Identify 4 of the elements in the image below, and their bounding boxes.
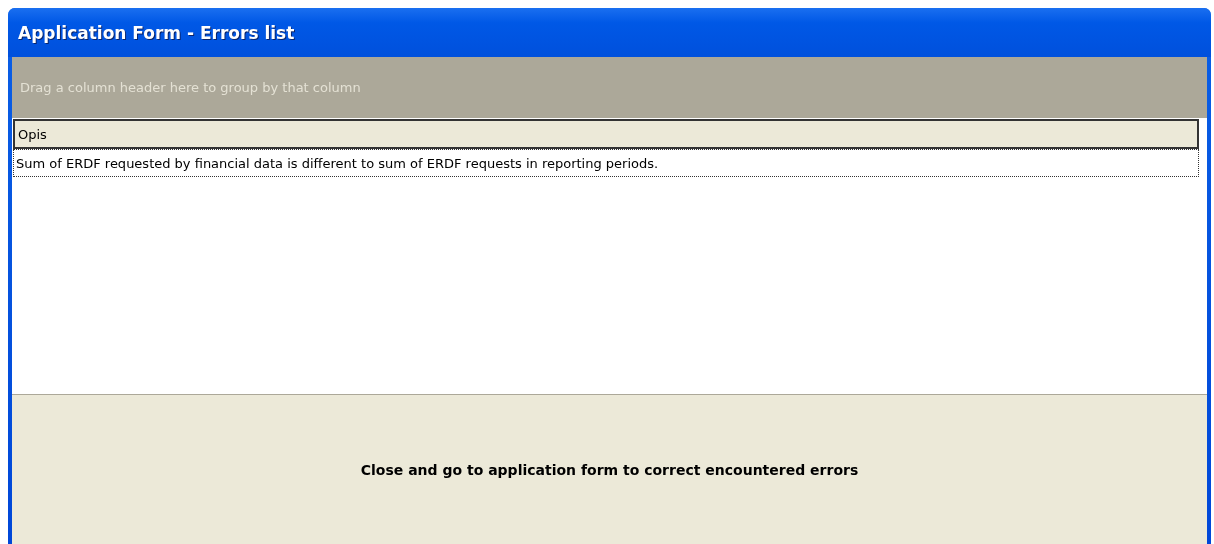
window-title: Application Form - Errors list [18, 22, 295, 43]
column-header[interactable]: Opis [13, 119, 1199, 149]
group-hint: Drag a column header here to group by that column [20, 80, 361, 95]
table-row[interactable]: Sum of ERDF requested by financial data is different to sum of ERDF requests in reporting periods. [13, 149, 1199, 177]
